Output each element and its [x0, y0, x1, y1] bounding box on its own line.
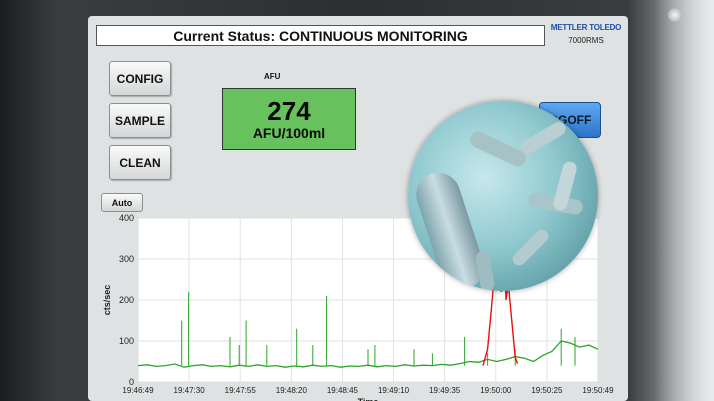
x-tick-label: 19:50:49 — [582, 386, 614, 395]
x-tick-label: 19:50:00 — [480, 386, 512, 395]
y-axis-label: cts/sec — [102, 285, 112, 316]
x-tick-label: 19:50:25 — [531, 386, 563, 395]
bacteria-cell — [467, 129, 529, 169]
y-tick-label: 100 — [119, 336, 134, 346]
y-tick-label: 400 — [119, 213, 134, 223]
touch-screen: Current Status: CONTINUOUS MONITORING ME… — [88, 16, 628, 401]
x-tick-label: 19:48:20 — [276, 386, 308, 395]
bacteria-cell — [509, 226, 552, 269]
x-axis-label: Time — [358, 397, 379, 401]
x-tick-label: 19:47:55 — [225, 386, 257, 395]
bacteria-cell — [517, 119, 569, 157]
power-indicator-icon — [668, 8, 682, 22]
x-tick-label: 19:47:30 — [174, 386, 206, 395]
x-tick-label: 19:48:45 — [327, 386, 359, 395]
bezel-glare — [654, 0, 714, 401]
bacteria-magnifier-illustration — [408, 101, 598, 291]
y-tick-label: 200 — [119, 295, 134, 305]
bacteria-cell — [474, 250, 496, 291]
y-tick-label: 300 — [119, 254, 134, 264]
x-tick-label: 19:49:10 — [378, 386, 410, 395]
x-tick-label: 19:49:35 — [429, 386, 461, 395]
x-tick-label: 19:46:49 — [122, 386, 154, 395]
